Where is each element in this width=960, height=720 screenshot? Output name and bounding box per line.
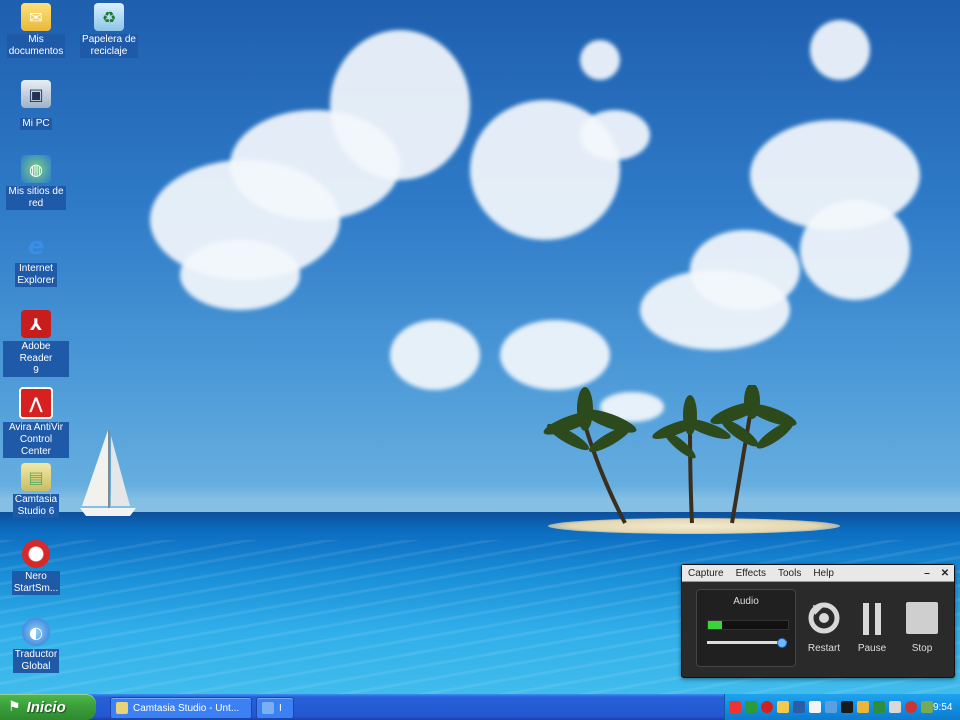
desktop[interactable]: ✉ Mis documentos ♻ Papelera de reciclaje…	[0, 0, 960, 694]
desktop-icon-label: Mi PC	[20, 118, 52, 130]
tray-misc-icon[interactable]	[921, 701, 933, 713]
wallpaper-cloud	[800, 200, 910, 300]
internet-explorer-icon: e	[27, 232, 45, 260]
my-computer-icon: ▣	[21, 80, 51, 108]
wallpaper-cloud	[180, 240, 300, 310]
camtasia-icon	[116, 702, 128, 714]
desktop-icon-label: Nero StartSm...	[11, 571, 61, 595]
pause-icon	[863, 603, 881, 635]
wallpaper-cloud	[330, 30, 470, 180]
start-button[interactable]: ⚑ Inicio	[0, 694, 96, 720]
audio-label: Audio	[733, 596, 759, 607]
avira-icon: ⋀	[19, 387, 53, 419]
camtasia-icon: ▤	[21, 463, 51, 491]
close-button[interactable]: ✕	[936, 568, 954, 579]
tray-network-icon[interactable]	[793, 701, 805, 713]
stop-label: Stop	[911, 643, 933, 654]
wallpaper-cloud	[690, 230, 800, 310]
menu-capture[interactable]: Capture	[682, 568, 730, 579]
tray-yellow-icon[interactable]	[777, 701, 789, 713]
taskbar-item-camtasia[interactable]: Camtasia Studio - Unt...	[110, 697, 252, 719]
desktop-icon-recycle-bin[interactable]: ♻ Papelera de reciclaje	[76, 3, 142, 58]
tray-blue-icon[interactable]	[825, 701, 837, 713]
desktop-icon-adobe-reader[interactable]: ⅄ Adobe Reader 9	[3, 310, 69, 377]
tray-white-icon[interactable]	[809, 701, 821, 713]
desktop-icon-label: Adobe Reader 9	[3, 341, 69, 377]
wallpaper-sailboat	[80, 430, 136, 516]
window-controls: – ✕	[918, 568, 954, 579]
wallpaper-cloud	[580, 110, 650, 160]
windows-logo-icon: ⚑	[8, 699, 21, 715]
desktop-icon-label: Camtasia Studio 6	[12, 494, 60, 518]
wallpaper-cloud	[810, 20, 870, 80]
taskbar-item-label: I	[279, 702, 282, 714]
recorder-menubar: Capture Effects Tools Help – ✕	[682, 565, 954, 582]
audio-level-fill	[708, 621, 723, 629]
minimize-button[interactable]: –	[918, 568, 936, 579]
taskbar-item-label: Camtasia Studio - Unt...	[133, 702, 240, 714]
tray-avira-icon[interactable]	[761, 701, 773, 713]
tray-volume-icon[interactable]	[889, 701, 901, 713]
menu-effects[interactable]: Effects	[730, 568, 772, 579]
network-places-icon: ◍	[21, 155, 51, 183]
wallpaper-cloud	[390, 320, 480, 390]
recycle-bin-icon: ♻	[94, 3, 124, 31]
stop-button[interactable]: Stop	[900, 601, 944, 654]
tray-black-icon[interactable]	[841, 701, 853, 713]
tray-red-icon[interactable]	[729, 701, 741, 713]
desktop-icon-label: Internet Explorer	[15, 263, 57, 287]
desktop-icon-my-computer[interactable]: ▣ Mi PC	[3, 80, 69, 130]
taskbar: ⚑ Inicio Camtasia Studio - Unt... I 9:54	[0, 694, 960, 720]
restart-button[interactable]: Restart	[802, 601, 846, 654]
translator-icon: ◐	[22, 618, 50, 646]
system-tray: 9:54	[724, 694, 960, 720]
window-icon	[262, 702, 274, 714]
menu-tools[interactable]: Tools	[772, 568, 807, 579]
my-documents-icon: ✉	[21, 3, 51, 31]
start-label: Inicio	[26, 698, 66, 716]
wallpaper-cloud	[580, 40, 620, 80]
camtasia-recorder-window: Capture Effects Tools Help – ✕ Audio Res…	[681, 564, 955, 678]
tray-orange-icon[interactable]	[857, 701, 869, 713]
tray-red2-icon[interactable]	[905, 701, 917, 713]
wallpaper-cloud	[500, 320, 610, 390]
nero-icon	[22, 540, 50, 568]
stop-icon	[906, 602, 938, 634]
desktop-icon-label: Mis sitios de red	[6, 186, 66, 210]
desktop-icon-label: Mis documentos	[6, 34, 66, 58]
desktop-icon-network-places[interactable]: ◍ Mis sitios de red	[3, 155, 69, 210]
volume-slider-knob[interactable]	[776, 638, 787, 648]
clock[interactable]: 9:54	[933, 702, 952, 713]
pause-label: Pause	[857, 643, 887, 654]
desktop-icon-avira[interactable]: ⋀ Avira AntiVir Control Center	[3, 387, 69, 458]
tray-green2-icon[interactable]	[873, 701, 885, 713]
restart-icon	[808, 602, 840, 634]
desktop-icon-internet-explorer[interactable]: e Internet Explorer	[3, 232, 69, 287]
audio-panel: Audio	[696, 589, 796, 667]
desktop-icon-label: Avira AntiVir Control Center	[3, 422, 69, 458]
restart-label: Restart	[807, 643, 841, 654]
desktop-icon-translator[interactable]: ◐ Traductor Global	[3, 618, 69, 673]
desktop-icon-label: Papelera de reciclaje	[80, 34, 138, 58]
taskbar-item-window[interactable]: I	[256, 697, 294, 719]
audio-level-meter	[707, 620, 789, 630]
desktop-icon-label: Traductor Global	[12, 649, 60, 673]
menu-help[interactable]: Help	[807, 568, 840, 579]
adobe-reader-icon: ⅄	[21, 310, 51, 338]
desktop-icon-nero[interactable]: Nero StartSm...	[3, 540, 69, 595]
volume-slider[interactable]	[707, 638, 787, 648]
wallpaper-palm-trees	[543, 385, 797, 524]
desktop-icon-camtasia[interactable]: ▤ Camtasia Studio 6	[3, 463, 69, 518]
pause-button[interactable]: Pause	[850, 601, 894, 654]
tray-green-icon[interactable]	[745, 701, 757, 713]
desktop-icon-my-documents[interactable]: ✉ Mis documentos	[3, 3, 69, 58]
